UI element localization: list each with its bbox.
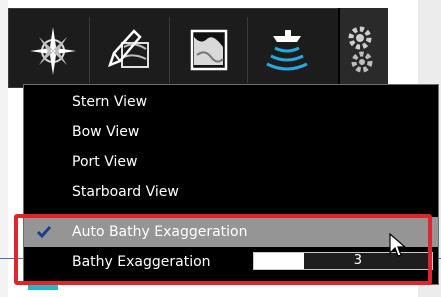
- gears-icon: [348, 26, 373, 73]
- menu-item-label: Stern View: [72, 94, 148, 110]
- sonar-button[interactable]: [259, 19, 315, 81]
- toolbar-separator: [247, 17, 248, 83]
- toolbar: [8, 8, 374, 88]
- toolbar-separator: [89, 17, 90, 83]
- menu-item-stern-view[interactable]: Stern View: [24, 87, 438, 117]
- menu-item-bow-view[interactable]: Bow View: [24, 117, 438, 147]
- checkmark-icon: [36, 226, 52, 239]
- menu-item-label: Starboard View: [72, 184, 179, 200]
- menu-item-label: Auto Bathy Exaggeration: [72, 224, 248, 240]
- menu-item-label: Bow View: [72, 124, 140, 140]
- compass-button[interactable]: [25, 19, 81, 81]
- mouse-cursor-icon: [389, 233, 407, 257]
- menu-item-port-view[interactable]: Port View: [24, 147, 438, 177]
- menu-item-label: Bathy Exaggeration: [72, 254, 211, 270]
- map-layers-button[interactable]: [181, 19, 237, 81]
- sonar-boat-icon: [266, 30, 308, 71]
- bathy-exaggeration-value: 3: [353, 253, 362, 268]
- background-left-edge: [0, 0, 8, 297]
- map-layers-icon: [190, 29, 228, 71]
- menu-item-auto-bathy-exaggeration[interactable]: Auto Bathy Exaggeration: [24, 217, 438, 247]
- toolbar-overflow[interactable]: [338, 8, 388, 88]
- compass-rose-icon: [30, 27, 76, 75]
- chart-edit-icon: [107, 29, 149, 68]
- slider-fill: [254, 253, 304, 269]
- menu-item-label: Port View: [72, 154, 138, 170]
- chart-edit-button[interactable]: [101, 19, 157, 81]
- toolbar-separator: [169, 17, 170, 83]
- menu-item-starboard-view[interactable]: Starboard View: [24, 177, 438, 207]
- menu-item-bathy-exaggeration: Bathy Exaggeration 3: [24, 247, 438, 277]
- view-menu: Stern View Bow View Port View Starboard …: [23, 84, 439, 285]
